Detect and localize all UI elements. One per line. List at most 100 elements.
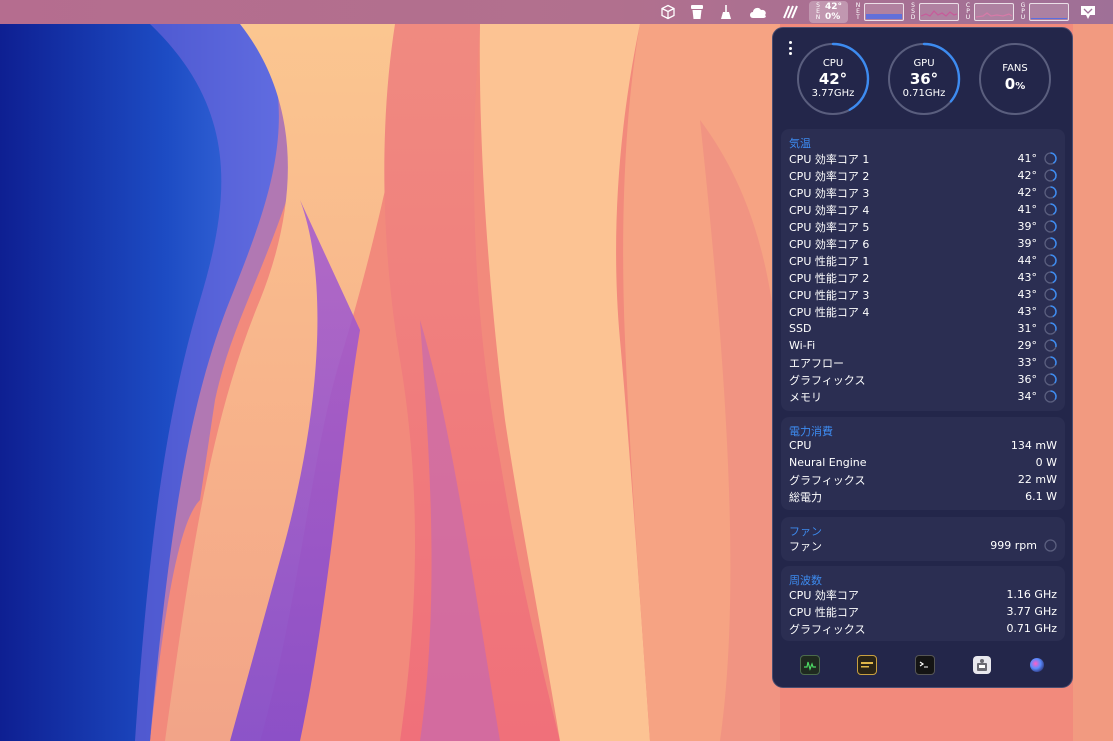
level-ring-icon <box>1044 356 1057 369</box>
freq-row-value: 1.16 GHz <box>1006 588 1057 601</box>
temps-row: CPU 効率コア 3 42° <box>789 184 1057 201</box>
temps-row-label: メモリ <box>789 390 822 404</box>
terminal-icon[interactable] <box>914 655 935 675</box>
cpu-graph-item[interactable]: CPU <box>965 3 1014 21</box>
fans-row-label: ファン <box>789 539 822 553</box>
freq-row-value: 0.71 GHz <box>1006 622 1057 635</box>
temps-row-label: CPU 性能コア 2 <box>789 271 870 285</box>
frequency-section: 周波数 CPU 効率コア 1.16 GHz CPU 性能コア 3.77 GHz グラフィ… <box>781 566 1065 641</box>
power-row-value: 22 mW <box>1017 473 1057 486</box>
net-graph-label: NET <box>855 2 861 21</box>
temps-row: SSD 31° <box>789 320 1057 337</box>
ssd-graph <box>919 3 959 21</box>
freq-row: CPU 効率コア 1.16 GHz <box>789 586 1057 603</box>
level-ring-icon <box>1044 305 1057 318</box>
temps-row: メモリ 34° <box>789 388 1057 405</box>
gpu-graph-item[interactable]: GPU <box>1020 3 1069 21</box>
temps-row-label: CPU 効率コア 1 <box>789 152 870 166</box>
freq-row-value: 3.77 GHz <box>1006 605 1057 618</box>
box-icon[interactable] <box>660 0 676 24</box>
temps-row: CPU 効率コア 5 39° <box>789 218 1057 235</box>
cloud-icon[interactable] <box>748 0 768 24</box>
temperature-section: 気温 CPU 効率コア 1 41° CPU 効率コア 2 42° CPU 効率コア 3 4… <box>781 129 1065 411</box>
temps-row-label: CPU 効率コア 4 <box>789 203 870 217</box>
gpu-gauge-value: 36° <box>909 70 939 88</box>
temps-row: CPU 効率コア 4 41° <box>789 201 1057 218</box>
temps-row-value: 43° <box>1017 305 1038 318</box>
sensors-status-item[interactable]: SEN 42° 0% <box>808 1 848 23</box>
temps-row-value: 43° <box>1017 271 1038 284</box>
level-ring-icon <box>1044 271 1057 284</box>
temps-row: CPU 性能コア 4 43° <box>789 303 1057 320</box>
cup-icon[interactable] <box>690 0 704 24</box>
temps-row-label: グラフィックス <box>789 373 866 387</box>
gpu-graph-label: GPU <box>1020 2 1026 21</box>
temps-row-value: 41° <box>1017 203 1038 216</box>
fans-gauge-unit: % <box>1015 80 1026 92</box>
ssd-graph-item[interactable]: SSD <box>910 3 959 21</box>
freq-row-label: CPU 効率コア <box>789 588 859 602</box>
temps-row: CPU 性能コア 1 44° <box>789 252 1057 269</box>
gpu-gauge-freq: 0.71GHz <box>902 88 946 99</box>
slash-logo-icon[interactable] <box>782 0 798 24</box>
temps-row-value: 36° <box>1017 373 1038 386</box>
level-ring-icon <box>1044 186 1057 199</box>
net-graph-item[interactable]: NET <box>855 3 904 21</box>
fan-section: ファン ファン 999 rpm <box>781 517 1065 561</box>
activity-monitor-icon[interactable] <box>799 655 820 675</box>
level-ring-icon <box>1044 322 1057 335</box>
system-information-icon[interactable] <box>972 656 991 674</box>
fans-gauge-value: 0% <box>1005 75 1025 96</box>
gauge-row: CPU 42° 3.77GHz GPU 36° 0.71GHz FANS 0% <box>779 35 1066 129</box>
level-ring-icon <box>1044 539 1057 552</box>
power-row: グラフィックス 22 mW <box>789 471 1057 488</box>
level-ring-icon <box>1044 237 1057 250</box>
temps-row: CPU 効率コア 2 42° <box>789 167 1057 184</box>
temps-row-label: CPU 効率コア 5 <box>789 220 870 234</box>
console-icon[interactable] <box>857 655 878 675</box>
temps-row-value: 39° <box>1017 237 1038 250</box>
temps-row-value: 29° <box>1017 339 1038 352</box>
power-row-value: 134 mW <box>1010 439 1057 452</box>
temps-row-value: 31° <box>1017 322 1038 335</box>
power-row-label: グラフィックス <box>789 473 866 487</box>
level-ring-icon <box>1044 373 1057 386</box>
level-ring-icon <box>1044 220 1057 233</box>
cpu-gauge[interactable]: CPU 42° 3.77GHz <box>796 42 870 116</box>
fans-row-value: 999 rpm <box>990 539 1037 552</box>
gpu-gauge-label: GPU <box>913 58 935 69</box>
screen-icon[interactable] <box>1079 0 1097 24</box>
menu-bar: SEN 42° 0% NET SSD CPU GPU <box>0 0 1113 24</box>
temps-row-value: 39° <box>1017 220 1038 233</box>
power-row-label: Neural Engine <box>789 456 867 469</box>
gpu-graph <box>1029 3 1069 21</box>
temps-row: CPU 性能コア 3 43° <box>789 286 1057 303</box>
cpu-gauge-freq: 3.77GHz <box>811 88 855 99</box>
broom-icon[interactable] <box>718 0 734 24</box>
temps-row-value: 44° <box>1017 254 1038 267</box>
temps-row: CPU 性能コア 2 43° <box>789 269 1057 286</box>
sensors-label: SEN <box>815 2 821 21</box>
power-row-value: 6.1 W <box>1025 490 1057 503</box>
net-graph <box>864 3 904 21</box>
freq-row: グラフィックス 0.71 GHz <box>789 620 1057 637</box>
fans-gauge[interactable]: FANS 0% <box>978 42 1052 116</box>
power-row: Neural Engine 0 W <box>789 454 1057 471</box>
temps-row: エアフロー 33° <box>789 354 1057 371</box>
temperature-section-title: 気温 <box>789 137 811 150</box>
gpu-gauge[interactable]: GPU 36° 0.71GHz <box>887 42 961 116</box>
stats-panel: CPU 42° 3.77GHz GPU 36° 0.71GHz FANS 0% … <box>772 27 1073 688</box>
temps-row-label: CPU 効率コア 6 <box>789 237 870 251</box>
temps-row: Wi-Fi 29° <box>789 337 1057 354</box>
power-row-label: 総電力 <box>789 490 822 504</box>
temps-row-label: SSD <box>789 322 812 335</box>
fans-row: ファン 999 rpm <box>789 537 1057 554</box>
sensors-pct: 0% <box>824 12 841 22</box>
freq-row-label: CPU 性能コア <box>789 605 859 619</box>
temps-row-label: CPU 性能コア 1 <box>789 254 870 268</box>
siri-icon[interactable] <box>1028 656 1046 674</box>
fans-gauge-label: FANS <box>1002 62 1028 74</box>
temps-row-value: 34° <box>1017 390 1038 403</box>
level-ring-icon <box>1044 203 1057 216</box>
cpu-gauge-value: 42° <box>818 70 848 88</box>
